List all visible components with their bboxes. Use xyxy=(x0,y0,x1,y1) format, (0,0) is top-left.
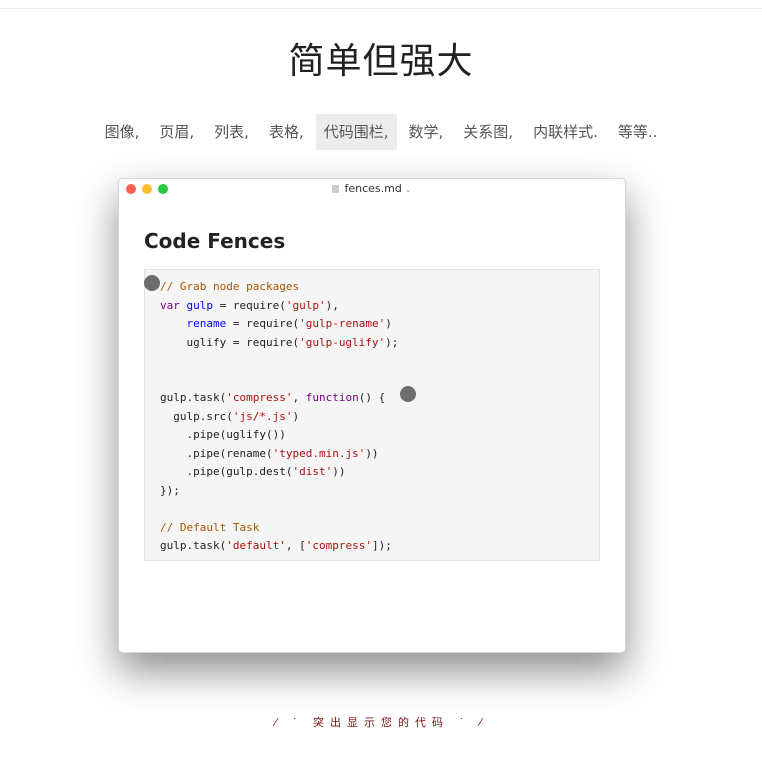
code-token: gulp.task( xyxy=(160,391,227,404)
code-token: 'dist' xyxy=(292,465,333,478)
code-token: ), xyxy=(325,298,339,312)
code-token: gulp.task( xyxy=(160,539,227,552)
code-token: 'compress' xyxy=(305,539,372,552)
code-token: 'default' xyxy=(226,539,286,552)
code-token: () { xyxy=(358,391,386,404)
code-content: // Grab node packages var gulp = require(… xyxy=(145,270,599,564)
code-token: 'typed.min.js' xyxy=(272,446,366,460)
window-title[interactable]: fences.md ⌄ xyxy=(119,182,625,195)
code-token: .pipe(rename( xyxy=(160,446,273,460)
document-heading: Code Fences xyxy=(144,229,286,253)
code-line: var gulp = require('gulp'), xyxy=(160,297,584,316)
editor-window-preview: fences.md ⌄ Code Fences // Grab node pack… xyxy=(118,178,626,653)
code-token: = require( xyxy=(226,317,300,330)
code-line: // Default Task xyxy=(160,519,584,538)
page-title: 简单但强大 xyxy=(288,41,474,82)
code-token: ) xyxy=(385,317,392,330)
code-token: ); xyxy=(385,335,399,349)
feature-nav: 图像, 页眉, 列表, 表格, 代码围栏, 数学, 关系图, 内联样式. 等等.. xyxy=(0,114,762,150)
feature-item[interactable]: 列表, xyxy=(206,114,257,150)
code-line: }); xyxy=(160,482,584,501)
code-line: gulp.task('default', ['compress']); xyxy=(160,537,584,556)
code-token: function xyxy=(305,391,359,404)
code-token: rename xyxy=(186,317,227,330)
feature-item[interactable]: 表格, xyxy=(261,114,312,150)
code-token: // Grab node packages xyxy=(160,280,300,293)
code-token: 'gulp-rename' xyxy=(299,317,386,330)
caption: ⁄ ˙ 突出显示您的代码 ˙ ⁄ xyxy=(274,716,488,729)
feature-item[interactable]: 内联样式. xyxy=(525,114,606,150)
code-line: uglify = require('gulp-uglify'); xyxy=(160,334,584,353)
code-token: var xyxy=(160,298,180,312)
code-token: ) xyxy=(292,409,300,423)
window-filename: fences.md xyxy=(344,182,402,195)
feature-item[interactable]: 等等.. xyxy=(610,114,666,150)
top-divider xyxy=(0,8,762,9)
code-line: .pipe(rename('typed.min.js')) xyxy=(160,445,584,464)
code-token: }); xyxy=(160,483,180,497)
feature-item[interactable]: 代码围栏, xyxy=(315,114,397,150)
code-line: .pipe(gulp.dest('dist')) xyxy=(160,463,584,482)
code-token: , [ xyxy=(285,539,306,552)
code-token: .pipe(uglify()) xyxy=(160,428,286,441)
code-token: .pipe(gulp.dest( xyxy=(160,465,293,478)
feature-item[interactable]: 图像, xyxy=(97,114,148,150)
code-token: gulp.src( xyxy=(160,409,233,423)
window-titlebar: fences.md ⌄ xyxy=(119,179,625,199)
code-token: 'gulp-uglify' xyxy=(299,335,386,349)
code-token: ]); xyxy=(371,539,392,552)
code-token: 'js/*.js' xyxy=(232,409,293,423)
code-line: gulp.src('js/*.js') xyxy=(160,408,584,427)
feature-item[interactable]: 页眉, xyxy=(151,114,202,150)
code-token: , xyxy=(292,391,306,404)
code-token: // Default Task xyxy=(160,520,260,534)
code-token: 'compress' xyxy=(226,391,293,404)
feature-item[interactable]: 数学, xyxy=(401,114,452,150)
code-token: )) xyxy=(332,465,346,478)
code-token: = require( xyxy=(213,298,286,312)
code-line: // Grab node packages xyxy=(160,278,584,297)
code-line: .pipe(uglify()) xyxy=(160,426,584,445)
cursor-marker-icon xyxy=(144,275,160,291)
code-fence-block[interactable]: // Grab node packages var gulp = require(… xyxy=(144,269,600,561)
code-token: uglify = require( xyxy=(160,335,300,349)
code-token: 'gulp' xyxy=(285,298,326,312)
code-line: rename = require('gulp-rename') xyxy=(160,315,584,334)
code-token: )) xyxy=(365,446,379,460)
code-line: gulp.task('compress', function() { xyxy=(160,389,584,408)
cursor-marker-icon xyxy=(400,386,416,402)
chevron-down-icon: ⌄ xyxy=(404,185,412,194)
markdown-file-icon xyxy=(332,185,340,193)
feature-item[interactable]: 关系图, xyxy=(455,114,521,150)
code-token: gulp xyxy=(186,298,214,312)
